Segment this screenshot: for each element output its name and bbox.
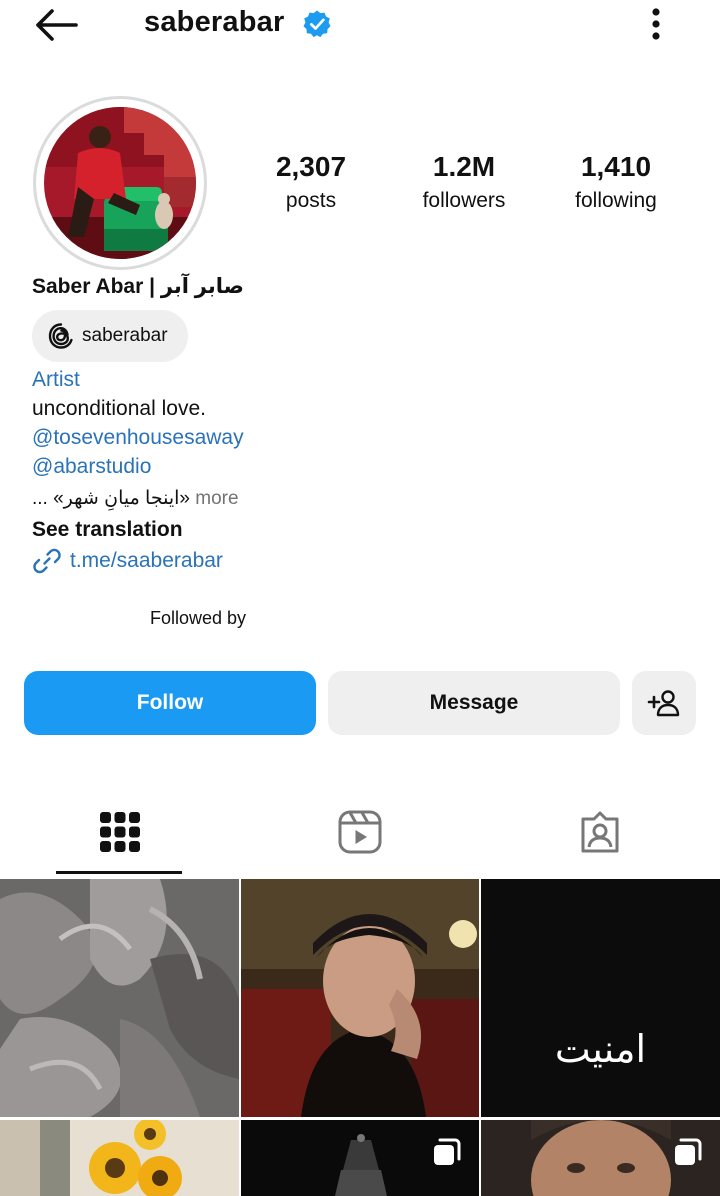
posts-count: 2,307 — [275, 151, 347, 182]
tagged-icon — [581, 811, 619, 853]
bio-mention-link[interactable]: @abarstudio — [32, 453, 151, 481]
back-button[interactable] — [30, 5, 82, 45]
back-arrow-icon — [36, 9, 78, 41]
see-translation-button[interactable]: See translation — [32, 516, 183, 544]
following-stat[interactable]: 1,410 following — [541, 150, 691, 218]
followers-stat[interactable]: 1.2M followers — [389, 150, 539, 218]
bio-mention-link[interactable]: @tosevenhousesaway — [32, 424, 244, 452]
external-link[interactable]: t.me/saaberabar — [32, 546, 223, 576]
link-icon — [33, 548, 61, 574]
followed-by-text[interactable]: Followed by — [150, 608, 246, 629]
threads-handle: saberabar — [82, 325, 168, 346]
grid-post[interactable] — [481, 1120, 720, 1196]
avatar-ring[interactable] — [33, 96, 207, 270]
tab-tagged[interactable] — [480, 790, 720, 874]
post-thumbnail-portrait — [241, 879, 479, 1117]
tab-posts-grid[interactable] — [0, 790, 240, 874]
threads-icon — [48, 323, 73, 349]
follow-button[interactable]: Follow — [24, 671, 316, 735]
avatar — [44, 107, 196, 259]
profile-username: saberabar — [144, 6, 285, 38]
following-count: 1,410 — [580, 151, 652, 182]
grid-icon — [100, 812, 140, 852]
post-thumbnail-flowers — [0, 879, 239, 1117]
grid-post[interactable] — [241, 879, 479, 1117]
verified-badge-icon — [303, 10, 331, 38]
more-vertical-icon — [652, 8, 660, 40]
posts-stat[interactable]: 2,307 posts — [236, 150, 386, 218]
grid-post[interactable] — [241, 1120, 479, 1196]
add-user-icon — [647, 690, 680, 717]
active-tab-indicator — [56, 871, 182, 874]
bio-rtl-line: «اینجا میانِ شهر» ... more — [32, 485, 239, 513]
grid-post[interactable]: امنیت — [481, 879, 720, 1117]
suggested-users-button[interactable] — [632, 671, 696, 735]
message-button[interactable]: Message — [328, 671, 620, 735]
external-link-text: t.me/saaberabar — [70, 549, 223, 572]
multiple-posts-icon — [675, 1138, 702, 1165]
posts-label: posts — [285, 189, 337, 212]
threads-badge[interactable]: saberabar — [32, 310, 188, 362]
profile-full-name: Saber Abar | صابر آبر — [32, 275, 244, 298]
post-caption-text: امنیت — [554, 1027, 647, 1071]
grid-post[interactable] — [0, 879, 239, 1117]
followers-label: followers — [422, 189, 506, 212]
bio-more-button[interactable]: more — [195, 488, 238, 509]
profile-category: Artist — [32, 368, 80, 391]
bio-rtl-text: «اینجا میانِ شهر» ... — [32, 488, 190, 509]
grid-post[interactable] — [0, 1120, 239, 1196]
reels-icon — [338, 810, 382, 854]
following-label: following — [575, 189, 657, 212]
tab-reels[interactable] — [240, 790, 480, 874]
post-thumbnail-sunflowers — [0, 1120, 239, 1196]
more-options-button[interactable] — [640, 4, 672, 44]
followers-count: 1.2M — [432, 151, 496, 182]
top-bar: saberabar — [0, 0, 720, 50]
multiple-posts-icon — [434, 1138, 461, 1165]
bio-text: unconditional love. — [32, 397, 206, 420]
